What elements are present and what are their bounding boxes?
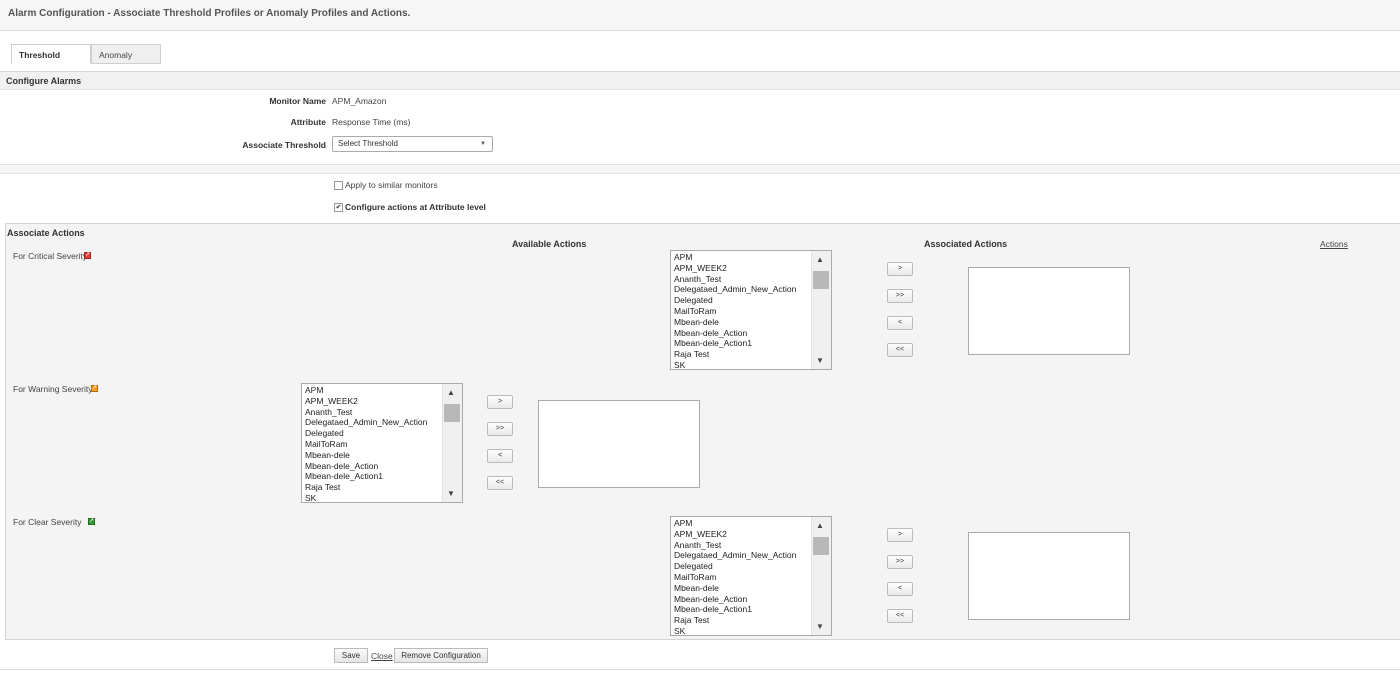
clear-remove-button[interactable]: <: [887, 582, 913, 596]
scrollbar[interactable]: ▲ ▼: [442, 384, 462, 502]
clear-add-all-button[interactable]: >>: [887, 555, 913, 569]
clear-severity-icon: ↗: [88, 518, 95, 525]
list-item[interactable]: MailToRam: [305, 439, 427, 450]
list-item[interactable]: Mbean-dele: [674, 317, 796, 328]
list-item[interactable]: Ananth_Test: [674, 540, 796, 551]
warning-associated-actions-list[interactable]: [538, 400, 700, 488]
close-link[interactable]: Close: [371, 651, 393, 661]
save-button[interactable]: Save: [334, 648, 368, 663]
scroll-down-icon[interactable]: ▼: [447, 489, 455, 498]
list-item[interactable]: SK: [674, 626, 796, 635]
associate-actions-title: Associate Actions: [7, 228, 85, 238]
remove-configuration-button[interactable]: Remove Configuration: [394, 648, 488, 663]
associate-threshold-label: Associate Threshold: [242, 140, 326, 150]
section-divider: [0, 164, 1400, 174]
list-item[interactable]: SK: [674, 360, 796, 369]
list-item[interactable]: Mbean-dele: [305, 450, 427, 461]
scrollbar-thumb[interactable]: [444, 404, 460, 422]
monitor-name-value: APM_Amazon: [332, 96, 387, 106]
warning-remove-button[interactable]: <: [487, 449, 513, 463]
list-item[interactable]: Raja Test: [305, 482, 427, 493]
warning-available-items: APM APM_WEEK2 Ananth_Test Delegataed_Adm…: [305, 385, 427, 502]
scroll-down-icon[interactable]: ▼: [816, 622, 824, 631]
configure-alarms-title: Configure Alarms: [6, 76, 82, 86]
configure-alarms-header: Configure Alarms: [0, 71, 1400, 90]
apply-similar-checkbox[interactable]: [334, 181, 343, 190]
tab-anomaly-details[interactable]: Anomaly Details: [91, 44, 161, 80]
clear-remove-all-button[interactable]: <<: [887, 609, 913, 623]
scroll-up-icon[interactable]: ▲: [447, 388, 455, 397]
tab-threshold-details[interactable]: Threshold Details: [11, 44, 91, 80]
scroll-down-icon[interactable]: ▼: [816, 356, 824, 365]
associate-threshold-value: Select Threshold: [338, 139, 398, 148]
list-item[interactable]: Delegated: [674, 561, 796, 572]
list-item[interactable]: APM: [305, 385, 427, 396]
list-item[interactable]: MailToRam: [674, 572, 796, 583]
attribute-label: Attribute: [290, 117, 326, 127]
scrollbar-thumb[interactable]: [813, 271, 829, 289]
warning-add-button[interactable]: >: [487, 395, 513, 409]
critical-severity-icon: ↗: [84, 252, 91, 259]
configure-actions-checkbox[interactable]: ✔: [334, 203, 343, 212]
associated-actions-header: Associated Actions: [924, 239, 1008, 249]
critical-severity-label: For Critical Severity: [13, 251, 88, 261]
footer-divider: [0, 669, 1400, 670]
warning-remove-all-button[interactable]: <<: [487, 476, 513, 490]
list-item[interactable]: Delegated: [674, 295, 796, 306]
warning-add-all-button[interactable]: >>: [487, 422, 513, 436]
list-item[interactable]: Mbean-dele_Action: [674, 328, 796, 339]
title-bar: Alarm Configuration - Associate Threshol…: [0, 0, 1400, 31]
list-item[interactable]: APM: [674, 518, 796, 529]
critical-available-actions-list[interactable]: APM APM_WEEK2 Ananth_Test Delegataed_Adm…: [670, 250, 832, 370]
warning-severity-icon: ↗: [91, 385, 98, 392]
critical-remove-all-button[interactable]: <<: [887, 343, 913, 357]
list-item[interactable]: APM_WEEK2: [305, 396, 427, 407]
list-item[interactable]: Ananth_Test: [305, 407, 427, 418]
critical-associated-actions-list[interactable]: [968, 267, 1130, 355]
critical-add-button[interactable]: >: [887, 262, 913, 276]
list-item[interactable]: Mbean-dele_Action1: [305, 471, 427, 482]
clear-available-items: APM APM_WEEK2 Ananth_Test Delegataed_Adm…: [674, 518, 796, 635]
list-item[interactable]: Mbean-dele_Action: [674, 594, 796, 605]
clear-severity-label: For Clear Severity: [13, 517, 82, 527]
list-item[interactable]: Raja Test: [674, 615, 796, 626]
list-item[interactable]: Delegataed_Admin_New_Action: [305, 417, 427, 428]
list-item[interactable]: SK: [305, 493, 427, 502]
associate-threshold-select[interactable]: Select Threshold ▼: [332, 136, 493, 152]
list-item[interactable]: APM_WEEK2: [674, 529, 796, 540]
configure-actions-label: Configure actions at Attribute level: [345, 202, 486, 212]
chevron-down-icon: ▼: [480, 141, 486, 147]
clear-available-actions-list[interactable]: APM APM_WEEK2 Ananth_Test Delegataed_Adm…: [670, 516, 832, 636]
attribute-value: Response Time (ms): [332, 117, 411, 127]
warning-severity-label: For Warning Severity: [13, 384, 93, 394]
list-item[interactable]: Delegated: [305, 428, 427, 439]
apply-similar-label: Apply to similar monitors: [345, 180, 438, 190]
list-item[interactable]: Raja Test: [674, 349, 796, 360]
list-item[interactable]: APM: [674, 252, 796, 263]
list-item[interactable]: APM_WEEK2: [674, 263, 796, 274]
clear-add-button[interactable]: >: [887, 528, 913, 542]
page-title: Alarm Configuration - Associate Threshol…: [8, 8, 411, 19]
scroll-up-icon[interactable]: ▲: [816, 521, 824, 530]
monitor-name-label: Monitor Name: [269, 96, 326, 106]
clear-associated-actions-list[interactable]: [968, 532, 1130, 620]
list-item[interactable]: Mbean-dele_Action: [305, 461, 427, 472]
list-item[interactable]: Ananth_Test: [674, 274, 796, 285]
scrollbar[interactable]: ▲ ▼: [811, 517, 831, 635]
scrollbar-thumb[interactable]: [813, 537, 829, 555]
critical-remove-button[interactable]: <: [887, 316, 913, 330]
list-item[interactable]: Delegataed_Admin_New_Action: [674, 284, 796, 295]
actions-link[interactable]: Actions: [1320, 239, 1348, 249]
list-item[interactable]: MailToRam: [674, 306, 796, 317]
scroll-up-icon[interactable]: ▲: [816, 255, 824, 264]
list-item[interactable]: Mbean-dele: [674, 583, 796, 594]
list-item[interactable]: Delegataed_Admin_New_Action: [674, 550, 796, 561]
warning-available-actions-list[interactable]: APM APM_WEEK2 Ananth_Test Delegataed_Adm…: [301, 383, 463, 503]
available-actions-header: Available Actions: [512, 239, 587, 249]
critical-available-items: APM APM_WEEK2 Ananth_Test Delegataed_Adm…: [674, 252, 796, 369]
list-item[interactable]: Mbean-dele_Action1: [674, 338, 796, 349]
critical-add-all-button[interactable]: >>: [887, 289, 913, 303]
scrollbar[interactable]: ▲ ▼: [811, 251, 831, 369]
list-item[interactable]: Mbean-dele_Action1: [674, 604, 796, 615]
